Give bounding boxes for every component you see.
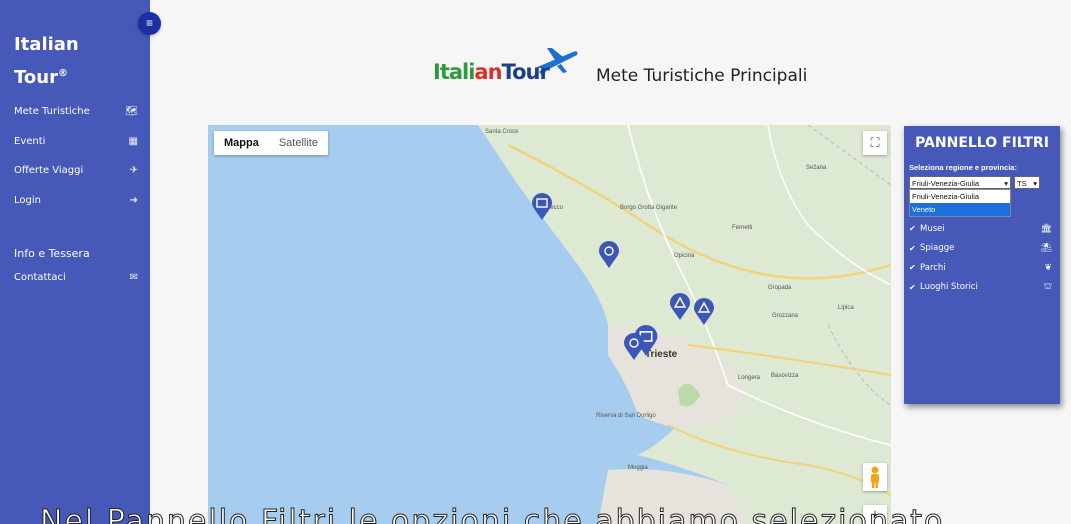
- region-select-value: Friuli-Venezia-Giulia: [912, 179, 980, 188]
- fullscreen-icon: ⛶: [870, 135, 880, 150]
- map-label: Gropada: [768, 285, 792, 291]
- map-marker[interactable]: [623, 333, 645, 361]
- map-label: Longera: [738, 375, 761, 381]
- sidebar-toggle-button[interactable]: ≡: [138, 12, 161, 35]
- map-marker[interactable]: [531, 193, 553, 221]
- section-title-info: Info e Tessera: [14, 247, 90, 260]
- leaf-icon: ❦: [1044, 262, 1052, 273]
- nav-item-mete-turistiche[interactable]: Mete Turistiche 🗺: [14, 97, 138, 127]
- map-label: Santa Croce: [485, 129, 519, 135]
- nav-label: Login: [14, 194, 41, 206]
- pegman-icon: [871, 466, 879, 488]
- filter-list: ✔ Musei 🏛 ✔ Spiagge ⛱ ✔ Parchi ❦ ✔ Luogh…: [909, 219, 1052, 297]
- filter-musei[interactable]: ✔ Musei 🏛: [909, 219, 1052, 239]
- map-label: Muggia: [628, 465, 648, 471]
- secondary-nav: Contattaci ✉: [14, 263, 138, 293]
- login-icon: ➜: [129, 194, 138, 206]
- registered-mark: ®: [57, 68, 68, 79]
- filter-label: Parchi: [920, 262, 946, 273]
- envelope-icon: ✉: [129, 272, 138, 284]
- street-view-button[interactable]: [863, 463, 887, 491]
- map-label: Lipica: [838, 305, 854, 311]
- province-select-value: TS: [1017, 179, 1027, 188]
- map-label: Fernetti: [732, 225, 753, 231]
- logo-text: ItalianTour: [433, 60, 550, 84]
- map-base: [208, 125, 891, 524]
- page-title: Mete Turistiche Principali: [596, 66, 808, 86]
- umbrella-icon: ⛱: [1040, 243, 1052, 254]
- region-dropdown: Friuli-Venezia-Giulia Veneto: [909, 189, 1011, 217]
- nav-item-login[interactable]: Login ➜: [14, 186, 138, 216]
- brand-line1: Italian: [14, 34, 79, 55]
- region-label: Seleziona regione e provincia:: [909, 163, 1017, 172]
- hamburger-icon: ≡: [145, 16, 153, 30]
- nav-label: Contattaci: [14, 272, 66, 284]
- main-nav: Mete Turistiche 🗺 Eventi ▦ Offerte Viagg…: [14, 97, 138, 215]
- map-marker[interactable]: [669, 293, 691, 321]
- check-icon[interactable]: ✔: [909, 244, 920, 253]
- museum-icon: 🏛: [1040, 223, 1052, 234]
- nav-item-offerte-viaggi[interactable]: Offerte Viaggi ✈: [14, 156, 138, 186]
- map-label: Opicina: [674, 253, 695, 259]
- province-select[interactable]: TS ▾: [1014, 176, 1040, 189]
- map-label: Riserva di San Dorligo: [596, 413, 656, 419]
- map-label: Grozzana: [772, 313, 799, 319]
- map-marker[interactable]: [598, 241, 620, 269]
- landmark-icon: ⛫: [1043, 281, 1052, 292]
- sidebar: Italian Tour® Mete Turistiche 🗺 Eventi ▦…: [0, 0, 150, 524]
- map-view[interactable]: Santa Croce Prosecco Borgo Grotta Gigant…: [208, 125, 891, 524]
- check-icon[interactable]: ✔: [909, 263, 920, 272]
- map-label: Basovizza: [771, 373, 799, 379]
- map-icon: 🗺: [125, 106, 138, 118]
- chevron-down-icon: ▾: [1033, 179, 1037, 188]
- check-icon[interactable]: ✔: [909, 283, 920, 292]
- plane-icon: ✈: [129, 165, 138, 177]
- map-marker[interactable]: [693, 298, 715, 326]
- check-icon[interactable]: ✔: [909, 224, 920, 233]
- video-subtitle: Nel Pannello Filtri le opzioni che abbia…: [30, 505, 1071, 524]
- filter-panel: PANNELLO FILTRI Seleziona regione e prov…: [904, 126, 1060, 404]
- fullscreen-button[interactable]: ⛶: [863, 131, 887, 155]
- calendar-icon: ▦: [128, 135, 138, 147]
- nav-label: Offerte Viaggi: [14, 165, 84, 177]
- filter-label: Spiagge: [920, 243, 955, 254]
- filter-luoghi-storici[interactable]: ✔ Luoghi Storici ⛫: [909, 278, 1052, 298]
- logo: ItalianTour: [433, 46, 579, 92]
- region-select[interactable]: Friuli-Venezia-Giulia ▾: [909, 176, 1011, 189]
- map-label: Sežana: [806, 165, 827, 171]
- brand-line2: Tour: [14, 67, 58, 88]
- panel-title: PANNELLO FILTRI: [915, 135, 1049, 151]
- dropdown-option[interactable]: Friuli-Venezia-Giulia: [910, 190, 1010, 203]
- filter-label: Luoghi Storici: [920, 282, 978, 293]
- map-type-satellite[interactable]: Satellite: [269, 131, 328, 155]
- map-label: Borgo Grotta Gigante: [620, 205, 678, 211]
- filter-parchi[interactable]: ✔ Parchi ❦: [909, 258, 1052, 278]
- filter-label: Musei: [920, 223, 945, 234]
- nav-item-contattaci[interactable]: Contattaci ✉: [14, 263, 138, 293]
- brand-title[interactable]: Italian Tour®: [14, 30, 79, 92]
- filter-spiagge[interactable]: ✔ Spiagge ⛱: [909, 239, 1052, 259]
- nav-label: Mete Turistiche: [14, 106, 90, 118]
- nav-item-eventi[interactable]: Eventi ▦: [14, 127, 138, 157]
- dropdown-option[interactable]: Veneto: [910, 203, 1010, 216]
- nav-label: Eventi: [14, 135, 46, 147]
- map-type-control: Mappa Satellite: [214, 131, 328, 155]
- subtitle-text: Nel Pannello Filtri le opzioni che abbia…: [39, 505, 945, 524]
- map-type-mappa[interactable]: Mappa: [214, 131, 269, 155]
